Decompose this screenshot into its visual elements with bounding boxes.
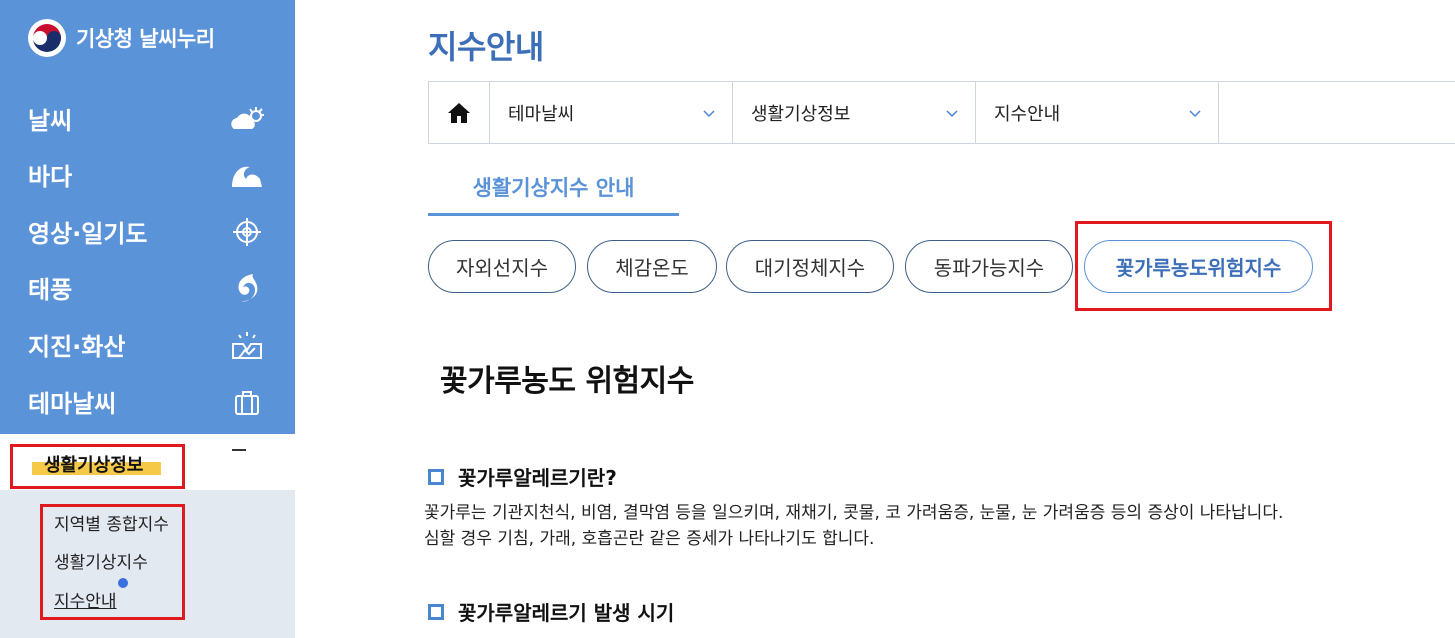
chevron-down-icon [946,109,958,117]
site-title: 기상청 날씨누리 [76,27,215,51]
pill-uv-index[interactable]: 자외선지수 [428,240,576,293]
select-value: 테마날씨 [508,103,575,125]
submenu-regional-index[interactable]: 지역별 종합지수 [54,510,169,535]
pill-freeze-burst-index[interactable]: 동파가능지수 [905,240,1073,293]
chevron-down-icon [703,109,715,117]
pill-air-stagnation-index[interactable]: 대기정체지수 [726,240,894,293]
description-line: 심할 경우 기침, 가래, 호흡곤란 같은 증세가 나타나기도 합니다. [424,529,875,549]
breadcrumb-select-index-guide[interactable]: 지수안내 [976,82,1219,143]
menu-sea[interactable]: 바다 [0,146,295,203]
subsection-heading: 꽃가루알레르기 발생 시기 [428,597,674,626]
breadcrumb-select-theme[interactable]: 테마날씨 [490,82,733,143]
menu-typhoon[interactable]: 태풍 [0,259,295,316]
square-bullet-icon [428,603,444,620]
select-value: 생활기상정보 [751,103,851,125]
menu-label: 영상·일기도 [28,220,148,248]
subsection-heading-text: 꽃가루알레르기 발생 시기 [458,601,675,625]
pill-pollen-risk-index[interactable]: 꽃가루농도위험지수 [1084,240,1313,293]
home-button[interactable] [428,82,490,143]
chevron-down-icon [1189,109,1201,117]
typhoon-icon [227,272,267,304]
breadcrumb-select-life-info[interactable]: 생활기상정보 [733,82,976,143]
home-icon [448,102,470,123]
menu-life-weather-label: 생활기상정보 [44,455,144,476]
kma-emblem-icon [28,19,66,57]
menu-label: 태풍 [28,276,73,304]
menu-label: 날씨 [28,107,73,135]
minus-icon[interactable] [232,449,246,451]
site-logo[interactable]: 기상청 날씨누리 [28,18,215,58]
menu-label: 바다 [28,163,73,191]
briefcase-icon [227,386,267,418]
cloud-sun-icon [227,103,267,135]
submenu-index-guide[interactable]: 지수안내 [54,587,117,612]
menu-earthquake-volcano[interactable]: 지진·화산 [0,316,295,373]
sidebar: 기상청 날씨누리 날씨 바다 영상·일기도 태풍 지진·화산 테마날씨 생활기상… [0,0,295,638]
subsection-heading-text: 꽃가루알레르기란? [458,466,617,490]
menu-theme-weather[interactable]: 테마날씨 [0,373,295,430]
description-line: 꽃가루는 기관지천식, 비염, 결막염 등을 일으키며, 재채기, 콧물, 코 … [424,503,1284,523]
menu-satellite-chart[interactable]: 영상·일기도 [0,203,295,260]
subsection-heading: 꽃가루알레르기란? [428,462,617,491]
section-title: 꽃가루농도 위험지수 [440,364,694,399]
select-value: 지수안내 [994,103,1061,125]
tab-life-weather-index-guide[interactable]: 생활기상지수 안내 [428,166,679,216]
submenu-life-weather-index[interactable]: 생활기상지수 [54,548,148,573]
target-icon [227,216,267,248]
pill-apparent-temperature[interactable]: 체감온도 [587,240,717,293]
page-title: 지수안내 [428,28,544,66]
description-paragraph: 꽃가루는 기관지천식, 비염, 결막염 등을 일으키며, 재채기, 콧물, 코 … [424,500,1283,552]
square-bullet-icon [428,468,444,485]
menu-label: 지진·화산 [28,333,126,361]
breadcrumb: 테마날씨 생활기상정보 지수안내 [428,81,1455,144]
wave-icon [227,159,267,191]
menu-weather[interactable]: 날씨 [0,90,295,147]
earthquake-icon [227,329,267,361]
active-dot-icon [118,578,128,588]
menu-label: 테마날씨 [28,390,117,418]
